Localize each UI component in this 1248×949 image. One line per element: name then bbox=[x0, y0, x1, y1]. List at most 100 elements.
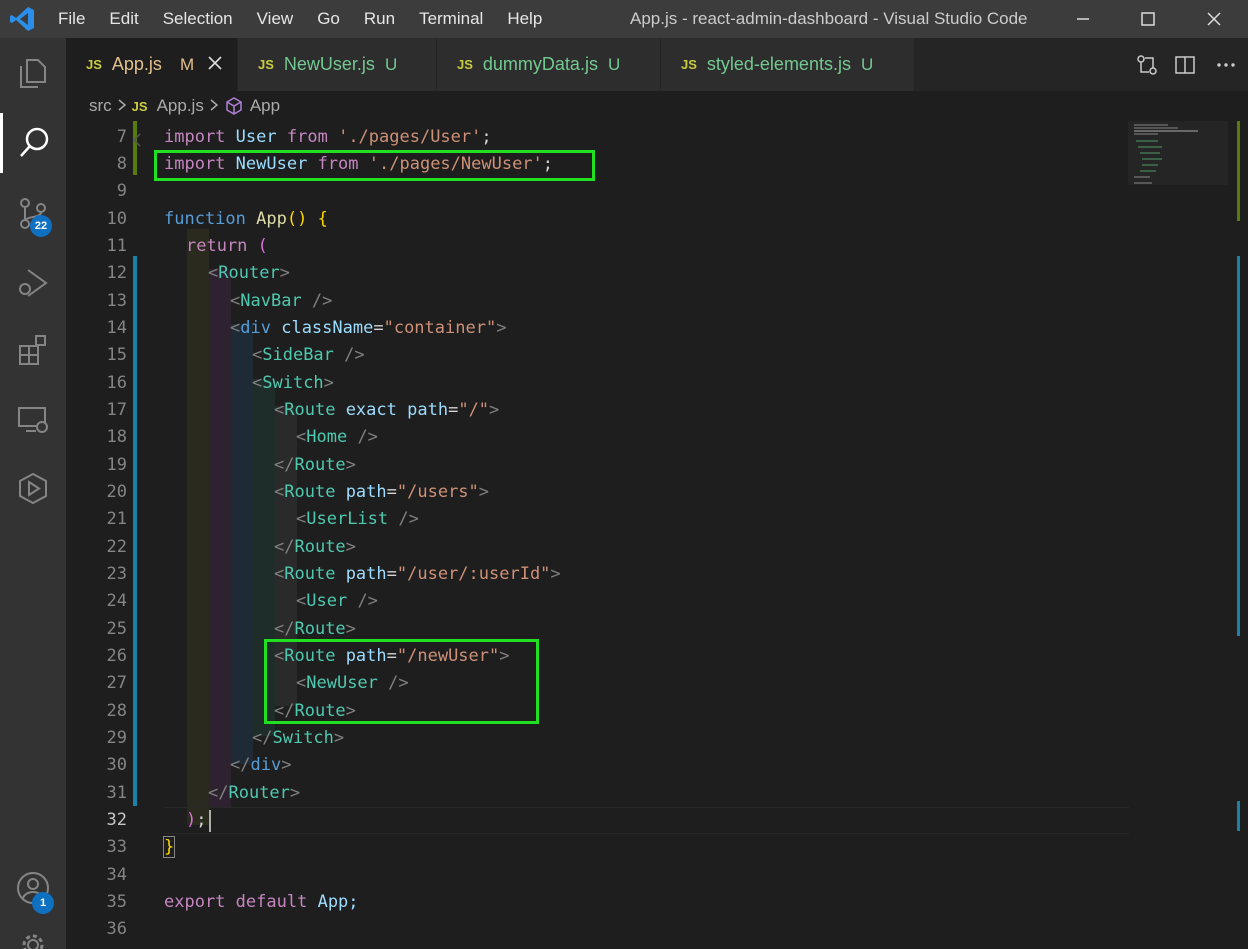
chevron-right-icon bbox=[210, 96, 218, 116]
line-number: 35 bbox=[106, 892, 127, 912]
accounts-button[interactable]: 1 bbox=[0, 858, 66, 918]
close-window-button[interactable] bbox=[1181, 0, 1247, 38]
maximize-icon bbox=[1141, 12, 1155, 26]
tab-label: App.js bbox=[111, 54, 162, 74]
line-number: 13 bbox=[106, 291, 127, 311]
text-cursor bbox=[209, 810, 211, 832]
line-number: 9 bbox=[116, 181, 127, 201]
run-debug-button[interactable] bbox=[0, 253, 66, 313]
code-line: </Router> bbox=[208, 783, 301, 803]
line-number: 29 bbox=[106, 728, 127, 748]
js-file-icon: JS bbox=[457, 57, 473, 72]
tab-close-button[interactable] bbox=[208, 54, 222, 75]
minimize-button[interactable] bbox=[1050, 0, 1116, 38]
extensions-button[interactable] bbox=[0, 320, 66, 380]
tab-app-js[interactable]: JS App.js M bbox=[66, 38, 238, 91]
code-editor[interactable]: 7 8 9 10 11 12 13 14 15 16 17 18 19 20 2… bbox=[66, 121, 1248, 949]
maximize-button[interactable] bbox=[1115, 0, 1181, 38]
line-number: 27 bbox=[106, 673, 127, 693]
code-line: <UserList /> bbox=[296, 509, 419, 529]
window-title: App.js - react-admin-dashboard - Visual … bbox=[630, 9, 1028, 28]
editor-actions bbox=[1128, 38, 1248, 91]
menu-edit[interactable]: Edit bbox=[97, 0, 150, 38]
breadcrumb-file-label: App.js bbox=[156, 96, 204, 115]
split-editor-button[interactable] bbox=[1166, 54, 1204, 76]
menu-view[interactable]: View bbox=[245, 0, 306, 38]
line-number: 25 bbox=[106, 619, 127, 639]
line-number: 11 bbox=[106, 236, 127, 256]
line-number: 17 bbox=[106, 400, 127, 420]
line-number: 36 bbox=[106, 919, 127, 939]
line-number: 22 bbox=[106, 537, 127, 557]
breadcrumb-symbol[interactable]: App bbox=[224, 96, 280, 116]
line-number: 20 bbox=[106, 482, 127, 502]
menu-selection[interactable]: Selection bbox=[151, 0, 245, 38]
files-icon bbox=[20, 59, 46, 88]
tab-newuser-js[interactable]: JS NewUser.js U bbox=[238, 38, 437, 91]
line-number: 34 bbox=[106, 865, 127, 885]
js-file-icon: JS bbox=[681, 57, 697, 72]
vscode-logo-icon bbox=[10, 7, 34, 31]
tab-styled-elements-js[interactable]: JS styled-elements.js U bbox=[661, 38, 915, 91]
run-debug-icon bbox=[19, 269, 48, 297]
gear-icon bbox=[22, 934, 44, 949]
code-line: <div className="container"> bbox=[230, 318, 507, 338]
extension-panel-button[interactable] bbox=[0, 458, 66, 518]
code-line: <Router> bbox=[208, 263, 290, 283]
minimap[interactable] bbox=[1128, 121, 1228, 201]
code-line: <Route path="/users"> bbox=[274, 482, 490, 502]
line-number: 8 bbox=[116, 154, 127, 174]
code-line: </Switch> bbox=[252, 728, 345, 748]
line-number: 16 bbox=[106, 373, 127, 393]
highlight-box-import bbox=[154, 150, 595, 181]
tab-label: styled-elements.js bbox=[706, 54, 851, 74]
menu-run[interactable]: Run bbox=[352, 0, 407, 38]
search-button[interactable] bbox=[0, 113, 66, 173]
tab-dummydata-js[interactable]: JS dummyData.js U bbox=[437, 38, 661, 91]
tab-label: NewUser.js bbox=[283, 54, 375, 74]
code-line: <SideBar /> bbox=[252, 345, 365, 365]
untracked-indicator: U bbox=[860, 54, 874, 74]
line-number-current: 32 bbox=[106, 810, 127, 830]
minimize-icon bbox=[1077, 18, 1089, 20]
open-changes-button[interactable] bbox=[1128, 54, 1166, 76]
line-number: 18 bbox=[106, 427, 127, 447]
hexagon-play-icon bbox=[19, 472, 47, 505]
activity-bar: 22 1 bbox=[0, 38, 66, 949]
title-bar: File Edit Selection View Go Run Terminal… bbox=[0, 0, 1248, 38]
menu-go[interactable]: Go bbox=[305, 0, 352, 38]
manage-button[interactable] bbox=[0, 928, 66, 949]
remote-explorer-icon bbox=[18, 407, 48, 433]
code-line: } bbox=[162, 836, 176, 858]
breadcrumb-file[interactable]: JS App.js bbox=[132, 96, 204, 116]
modified-indicator: M bbox=[179, 54, 195, 74]
line-number: 30 bbox=[106, 755, 127, 775]
search-icon bbox=[19, 127, 48, 157]
menu-file[interactable]: File bbox=[46, 0, 97, 38]
code-line: ); bbox=[186, 810, 207, 830]
code-line: <Switch> bbox=[252, 373, 334, 393]
symbol-class-icon bbox=[226, 97, 242, 115]
menu-bar: File Edit Selection View Go Run Terminal… bbox=[46, 0, 554, 38]
menu-terminal[interactable]: Terminal bbox=[407, 0, 495, 38]
js-file-icon: JS bbox=[258, 57, 274, 72]
explorer-button[interactable] bbox=[0, 43, 66, 103]
code-line: <Route path="/user/:userId"> bbox=[274, 564, 561, 584]
line-number: 7 bbox=[116, 127, 127, 147]
more-actions-button[interactable] bbox=[1204, 54, 1248, 76]
accounts-badge: 1 bbox=[32, 892, 54, 914]
menu-help[interactable]: Help bbox=[495, 0, 554, 38]
line-number: 24 bbox=[106, 591, 127, 611]
code-line: </Route> bbox=[274, 537, 356, 557]
close-icon bbox=[1207, 12, 1221, 26]
breadcrumb-folder[interactable]: src bbox=[89, 96, 112, 116]
split-editor-icon bbox=[1175, 55, 1195, 74]
remote-explorer-button[interactable] bbox=[0, 390, 66, 450]
vertical-scrollbar[interactable] bbox=[1234, 121, 1248, 949]
code-line: </div> bbox=[230, 755, 292, 775]
code-line: <Route exact path="/"> bbox=[274, 400, 500, 420]
source-control-button[interactable]: 22 bbox=[0, 183, 66, 243]
tab-label: dummyData.js bbox=[482, 54, 598, 74]
highlight-box-route bbox=[264, 639, 539, 724]
line-number: 10 bbox=[106, 209, 127, 229]
